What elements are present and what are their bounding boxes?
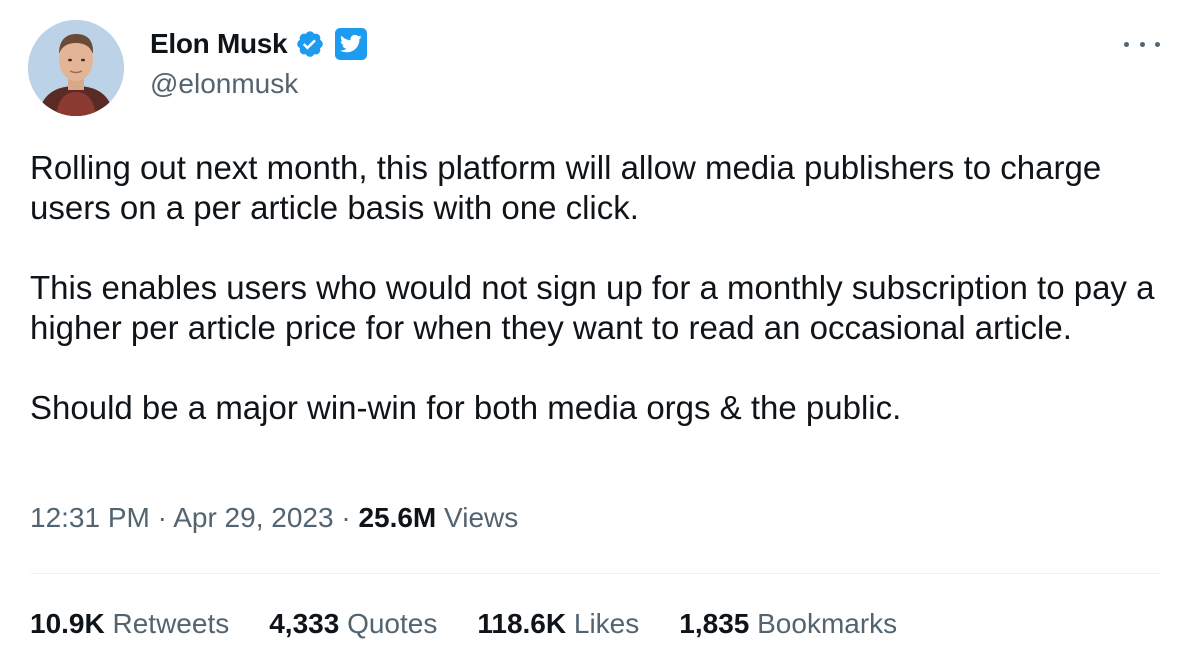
tweet-time[interactable]: 12:31 PM [30,502,150,533]
meta-separator: · [149,502,174,533]
tweet-card: Elon Musk @elonmusk Rolling out next mon… [0,0,1188,666]
retweets-stat[interactable]: 10.9K Retweets [30,608,229,640]
quotes-count: 4,333 [269,608,340,639]
bookmarks-count: 1,835 [679,608,750,639]
verified-badge-icon[interactable] [295,29,325,59]
likes-stat[interactable]: 118.6K Likes [477,608,639,640]
quotes-stat[interactable]: 4,333 Quotes [269,608,437,640]
author-display-name[interactable]: Elon Musk [150,28,288,60]
tweet-paragraph: Rolling out next month, this platform wi… [30,149,1102,226]
retweets-count: 10.9K [30,608,105,639]
tweet-date[interactable]: Apr 29, 2023 [173,502,333,533]
bookmarks-stat[interactable]: 1,835 Bookmarks [679,608,897,640]
likes-count: 118.6K [477,608,567,639]
divider [30,573,1160,574]
avatar-image [28,20,124,116]
views-label: Views [444,502,519,533]
quotes-label: Quotes [347,608,438,639]
twitter-bird-icon[interactable] [335,28,368,60]
tweet-text: Rolling out next month, this platform wi… [30,148,1160,428]
tweet-paragraph: Should be a major win-win for both media… [30,389,902,426]
retweets-label: Retweets [112,608,230,639]
tweet-meta: 12:31 PM · Apr 29, 2023 · 25.6M Views [30,502,518,534]
likes-label: Likes [573,608,640,639]
engagement-stats: 10.9K Retweets 4,333 Quotes 118.6K Likes… [30,608,937,640]
author-name-row: Elon Musk [150,26,368,62]
meta-separator: · [333,502,359,533]
tweet-paragraph: This enables users who would not sign up… [30,269,1155,346]
avatar[interactable] [28,20,124,116]
more-options-icon[interactable] [1124,36,1160,52]
views-count: 25.6M [358,502,437,533]
bookmarks-label: Bookmarks [757,608,898,639]
author-handle[interactable]: @elonmusk [150,68,298,100]
